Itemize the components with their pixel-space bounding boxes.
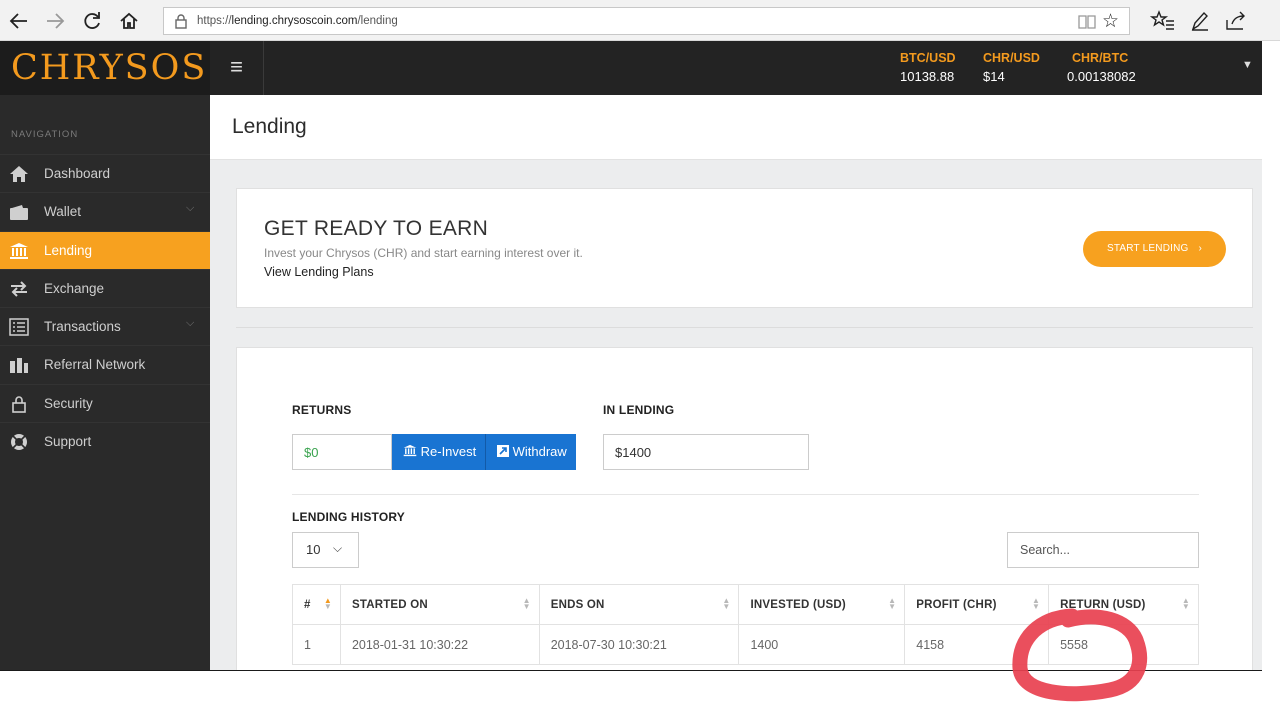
sidebar-item-security[interactable]: Security: [0, 383, 210, 422]
earn-card: GET READY TO EARN Invest your Chrysos (C…: [236, 188, 1253, 308]
earn-subtitle: Invest your Chrysos (CHR) and start earn…: [264, 246, 583, 260]
column-header-invested[interactable]: INVESTED (USD) ▲ ▼: [738, 584, 906, 625]
cell-number: 1: [292, 624, 341, 665]
ticker-btc-usd: BTC/USD 10138.88: [900, 51, 956, 84]
returns-label: RETURNS: [292, 403, 352, 417]
list-icon: [9, 318, 29, 336]
sort-icon: ▲ ▼: [722, 596, 731, 611]
lock-icon: [12, 396, 26, 413]
sidebar: NAVIGATION Dashboard Wallet ⌵ Lending Ex…: [0, 95, 210, 671]
ticker-chr-usd: CHR/USD $14: [983, 51, 1040, 84]
scrollbar-track[interactable]: [1262, 41, 1280, 671]
wallet-icon: [10, 205, 28, 221]
main-content: Lending GET READY TO EARN Invest your Ch…: [210, 95, 1262, 677]
favorite-star-icon[interactable]: ☆: [1102, 10, 1119, 33]
cell-invested: 1400: [738, 624, 906, 665]
page-length-select[interactable]: 10 ⌵: [292, 532, 359, 568]
chevron-down-icon: ⌵: [186, 202, 195, 215]
page-header: Lending: [210, 95, 1262, 160]
sidebar-item-lending[interactable]: Lending: [0, 230, 210, 269]
panel-divider: [292, 494, 1199, 495]
nav-heading: NAVIGATION: [11, 129, 79, 140]
address-bar[interactable]: https://lending.chrysoscoin.com/lending …: [163, 7, 1130, 35]
column-header-number[interactable]: # ▲ ▼: [292, 584, 341, 625]
start-lending-button[interactable]: START LENDING ›: [1083, 231, 1226, 267]
sort-icon: ▲ ▼: [888, 596, 897, 611]
browser-toolbar: https://lending.chrysoscoin.com/lending …: [0, 0, 1280, 41]
refresh-icon[interactable]: [79, 8, 105, 34]
lock-icon: [175, 14, 187, 29]
logo-area: CHRYSOS: [0, 41, 210, 95]
chevron-down-icon: ⌵: [186, 317, 195, 330]
annotation-circle: [1012, 608, 1147, 702]
users-icon: [10, 358, 28, 374]
sort-icon: ▲ ▼: [1181, 596, 1190, 611]
reading-view-icon[interactable]: [1077, 13, 1097, 31]
sidebar-item-support[interactable]: Support: [0, 422, 210, 460]
sidebar-item-exchange[interactable]: Exchange: [0, 268, 210, 307]
in-lending-label: IN LENDING: [603, 403, 675, 417]
earn-title: GET READY TO EARN: [264, 217, 489, 240]
chevron-right-icon: ›: [1198, 243, 1203, 254]
column-header-ends-on[interactable]: ENDS ON ▲ ▼: [538, 584, 740, 625]
brand-logo[interactable]: CHRYSOS: [11, 48, 207, 88]
app-header: CHRYSOS ≡ BTC/USD 10138.88 CHR/USD $14 C…: [0, 41, 1262, 95]
lending-history-label: LENDING HISTORY: [292, 510, 406, 524]
notes-pen-icon[interactable]: [1187, 8, 1213, 34]
exchange-icon: [11, 281, 27, 297]
sort-icon: ▲ ▼: [323, 596, 332, 611]
bank-icon: [403, 444, 417, 457]
column-header-started-on[interactable]: STARTED ON ▲ ▼: [339, 584, 540, 625]
withdraw-button[interactable]: Withdraw: [486, 434, 576, 470]
sidebar-item-dashboard[interactable]: Dashboard: [0, 154, 210, 192]
favorites-list-icon[interactable]: [1149, 8, 1176, 34]
section-divider: [236, 327, 1253, 328]
view-lending-plans-link[interactable]: View Lending Plans: [264, 265, 374, 279]
back-icon[interactable]: [6, 8, 32, 34]
cell-started-on: 2018-01-31 10:30:22: [339, 624, 540, 665]
lifebuoy-icon: [11, 434, 27, 451]
reinvest-button[interactable]: Re-Invest: [392, 434, 486, 470]
home-icon: [10, 166, 28, 182]
in-lending-value-field: $1400: [603, 434, 809, 470]
returns-value-field: $0: [292, 434, 392, 470]
sort-icon: ▲ ▼: [522, 596, 531, 611]
share-icon[interactable]: [1223, 8, 1249, 34]
sidebar-item-wallet[interactable]: Wallet ⌵: [0, 192, 210, 230]
external-link-icon: [497, 445, 509, 457]
sidebar-item-referral-network[interactable]: Referral Network: [0, 345, 210, 383]
nav-list: Dashboard Wallet ⌵ Lending Exchange Tran…: [0, 154, 210, 460]
forward-icon[interactable]: [42, 8, 68, 34]
chevron-down-icon: ⌵: [333, 541, 343, 555]
sidebar-item-transactions[interactable]: Transactions ⌵: [0, 307, 210, 345]
url-text: https://lending.chrysoscoin.com/lending: [197, 15, 398, 27]
search-input[interactable]: Search...: [1007, 532, 1199, 568]
menu-toggle-icon[interactable]: ≡: [210, 41, 264, 95]
caret-down-icon[interactable]: ▼: [1242, 59, 1253, 71]
cell-ends-on: 2018-07-30 10:30:21: [538, 624, 740, 665]
home-browser-icon[interactable]: [116, 8, 142, 34]
bank-icon: [10, 242, 28, 259]
page-title: Lending: [232, 115, 307, 138]
ticker-chr-btc: CHR/BTC 0.00138082: [1067, 51, 1136, 84]
